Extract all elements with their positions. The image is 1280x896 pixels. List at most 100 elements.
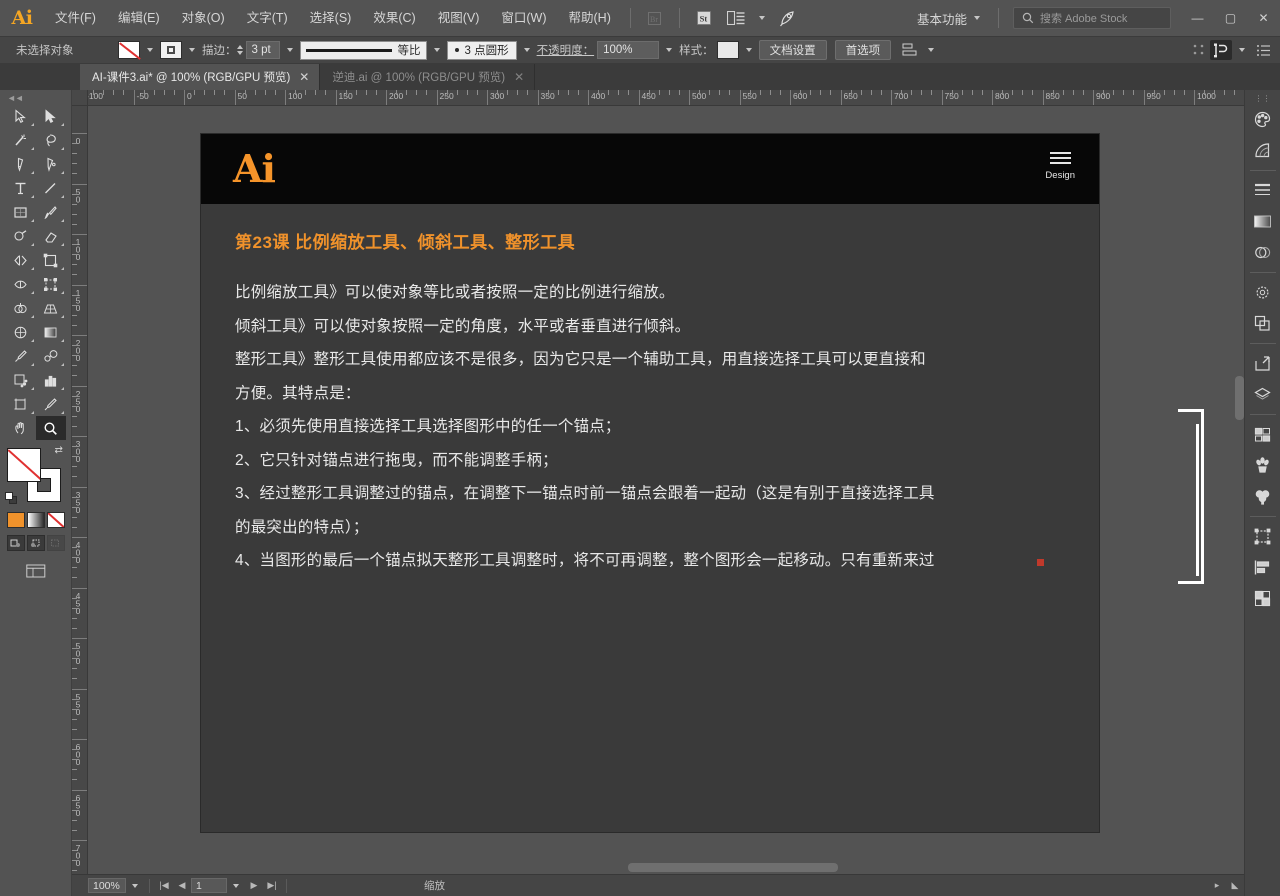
stroke-weight-chevron-down-icon[interactable]: [286, 48, 293, 52]
panel-graphic-styles[interactable]: [1248, 583, 1278, 613]
opacity-chevron-down-icon[interactable]: [666, 48, 673, 52]
slice-tool[interactable]: [36, 392, 66, 416]
blend-tool[interactable]: [36, 344, 66, 368]
panel-color[interactable]: [1248, 104, 1278, 134]
arrange-grid-icon[interactable]: [1188, 40, 1210, 60]
default-fill-stroke-icon[interactable]: [4, 492, 19, 506]
tools-panel-grip[interactable]: ◄◄: [0, 92, 71, 104]
workspace-switcher[interactable]: 基本功能: [907, 6, 990, 30]
brush-definition-select[interactable]: 3 点圆形: [446, 40, 517, 60]
align-icon[interactable]: [899, 40, 921, 60]
fill-color-swatch[interactable]: [118, 41, 140, 59]
resize-grip-icon[interactable]: ◣: [1226, 878, 1244, 894]
panel-pathfinder[interactable]: [1248, 308, 1278, 338]
panel-asset-export[interactable]: [1248, 348, 1278, 378]
color-mode-button[interactable]: [6, 512, 25, 528]
fill-chevron-down-icon[interactable]: [147, 48, 153, 52]
perspective-grid-tool[interactable]: [36, 296, 66, 320]
fill-swatch-none[interactable]: [6, 448, 41, 482]
panel-symbols[interactable]: [1248, 450, 1278, 480]
menu-effect[interactable]: 效果(C): [362, 0, 426, 36]
draw-normal-button[interactable]: [6, 535, 25, 551]
arrange-documents-icon[interactable]: [723, 6, 749, 30]
prev-page-button[interactable]: ◀: [173, 878, 191, 894]
panel-stroke[interactable]: [1248, 175, 1278, 205]
next-page-button[interactable]: ▶: [245, 878, 263, 894]
zoom-chevron-down-icon[interactable]: [132, 883, 138, 888]
close-button[interactable]: ✕: [1247, 0, 1280, 36]
menu-window[interactable]: 窗口(W): [490, 0, 557, 36]
dock-grip[interactable]: ⋮⋮: [1245, 93, 1280, 104]
vertical-ruler[interactable]: 0 50 100 150 200 250 300 350 400 450 500 550 600 650 7…: [72, 106, 88, 874]
document-tab-inactive[interactable]: 逆迪.ai @ 100% (RGB/GPU 预览) ✕: [320, 64, 536, 90]
paintbrush-tool[interactable]: [36, 200, 66, 224]
workspace-chevron-down-icon[interactable]: [974, 16, 980, 20]
transform-icon[interactable]: [1210, 40, 1232, 60]
eyedropper-tool[interactable]: [6, 344, 36, 368]
tab-close-icon[interactable]: ✕: [299, 70, 309, 84]
opacity-input[interactable]: 100%: [597, 41, 660, 59]
swap-fill-stroke-icon[interactable]: ⇄: [55, 445, 67, 457]
rotate-tool[interactable]: [6, 248, 36, 272]
zoom-level-input[interactable]: 100%: [88, 878, 126, 893]
panel-align[interactable]: [1248, 552, 1278, 582]
loose-bracket-inner-shape[interactable]: [1196, 424, 1199, 576]
panel-options-menu-icon[interactable]: [1252, 40, 1274, 60]
first-page-button[interactable]: |◀: [155, 878, 173, 894]
hand-tool[interactable]: [6, 416, 36, 440]
arrange-documents-chevron-down-icon[interactable]: [758, 16, 765, 20]
horizontal-ruler[interactable]: -100-50050100150200250300350400450500550…: [88, 90, 1244, 106]
draw-behind-button[interactable]: [26, 535, 45, 551]
stroke-color-swatch[interactable]: [160, 41, 182, 59]
pen-tool[interactable]: [6, 152, 36, 176]
menu-file[interactable]: 文件(F): [44, 0, 107, 36]
gradient-mode-button[interactable]: [26, 512, 45, 528]
menu-edit[interactable]: 编辑(E): [107, 0, 171, 36]
menu-view[interactable]: 视图(V): [427, 0, 491, 36]
panel-brushes[interactable]: [1248, 481, 1278, 511]
brush-chevron-down-icon[interactable]: [523, 48, 530, 52]
panel-layers[interactable]: [1248, 419, 1278, 449]
panel-libraries[interactable]: [1248, 379, 1278, 409]
document-setup-button[interactable]: 文档设置: [758, 40, 827, 60]
stroke-weight-stepper[interactable]: [236, 45, 243, 55]
artboard[interactable]: Ai Design 第23课 比例缩放工具、倾斜工具、整形工具 比例缩放工具》可…: [200, 133, 1100, 833]
panel-artboards[interactable]: [1248, 521, 1278, 551]
lasso-tool[interactable]: [36, 128, 66, 152]
artboard-tool[interactable]: [6, 392, 36, 416]
line-segment-tool[interactable]: [36, 176, 66, 200]
free-transform-tool[interactable]: [36, 272, 66, 296]
magic-wand-tool[interactable]: [6, 128, 36, 152]
direct-selection-tool[interactable]: [36, 104, 66, 128]
menu-object[interactable]: 对象(O): [171, 0, 236, 36]
type-tool[interactable]: [6, 176, 36, 200]
screen-mode-button[interactable]: [24, 561, 48, 581]
scale-tool[interactable]: [36, 248, 66, 272]
stroke-profile-select[interactable]: 等比: [299, 40, 427, 60]
shaper-tool[interactable]: [6, 224, 36, 248]
rectangle-tool[interactable]: [6, 200, 36, 224]
bridge-icon[interactable]: Br: [642, 6, 668, 30]
last-page-button[interactable]: ▶|: [263, 878, 281, 894]
style-chevron-down-icon[interactable]: [745, 48, 752, 52]
draw-inside-button[interactable]: [46, 535, 65, 551]
document-tab-active[interactable]: AI-课件3.ai* @ 100% (RGB/GPU 预览) ✕: [80, 64, 321, 90]
selection-tool[interactable]: [6, 104, 36, 128]
align-chevron-down-icon[interactable]: [928, 48, 935, 52]
stock-search-input[interactable]: 搜索 Adobe Stock: [1013, 7, 1171, 29]
maximize-button[interactable]: ▢: [1214, 0, 1247, 36]
stroke-weight-input[interactable]: 3 pt: [245, 41, 280, 59]
panel-transparency[interactable]: [1248, 237, 1278, 267]
stroke-chevron-down-icon[interactable]: [189, 48, 195, 52]
none-mode-button[interactable]: [46, 512, 65, 528]
symbol-sprayer-tool[interactable]: [6, 368, 36, 392]
preferences-button[interactable]: 首选项: [834, 40, 892, 60]
column-graph-tool[interactable]: [36, 368, 66, 392]
stroke-profile-chevron-down-icon[interactable]: [433, 48, 440, 52]
graphic-style-swatch[interactable]: [716, 41, 739, 59]
panel-appearance[interactable]: [1248, 277, 1278, 307]
panel-color-guide[interactable]: [1248, 135, 1278, 165]
menu-type[interactable]: 文字(T): [236, 0, 299, 36]
mesh-tool[interactable]: [6, 320, 36, 344]
menu-select[interactable]: 选择(S): [299, 0, 363, 36]
